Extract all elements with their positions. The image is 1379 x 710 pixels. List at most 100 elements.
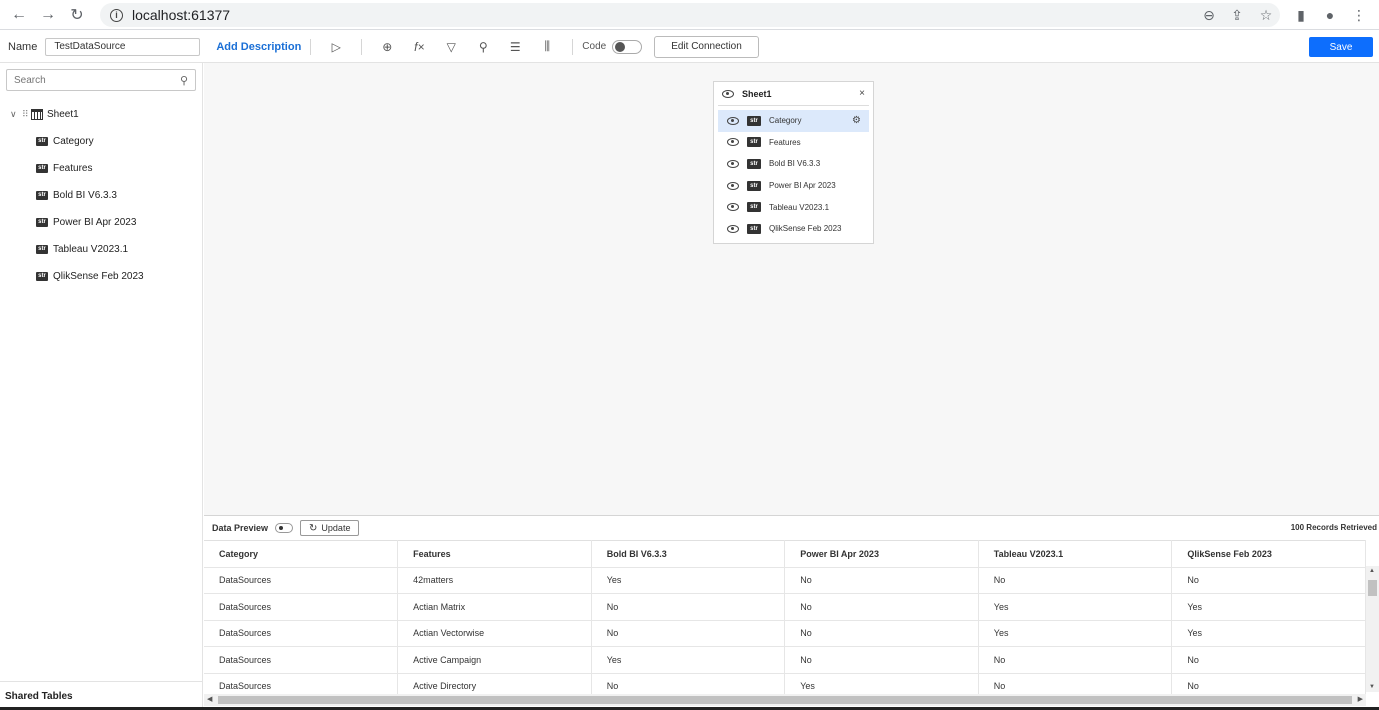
grid-cell: DataSources — [204, 646, 399, 674]
filter-icon[interactable]: ▽ — [440, 36, 462, 58]
divider — [572, 38, 574, 55]
share-icon[interactable]: ⇪ — [1226, 4, 1248, 26]
column-header[interactable]: Tableau V2023.1 — [978, 540, 1173, 568]
forward-arrow-icon[interactable]: → — [37, 4, 59, 26]
tree-field-item[interactable]: str Category — [36, 134, 94, 148]
tree-table-node[interactable]: ∨ ⠿ Sheet1 — [10, 107, 79, 121]
eye-icon[interactable] — [727, 181, 739, 190]
properties-icon[interactable]: ☰ — [504, 36, 526, 58]
grid-cell: No — [1171, 567, 1366, 594]
eye-icon[interactable] — [727, 138, 739, 147]
sheet-field-row[interactable]: str Bold BI V6.3.3 — [718, 153, 869, 175]
scroll-right-icon[interactable]: ▶ — [1358, 695, 1363, 703]
tree-field-item[interactable]: str Power BI Apr 2023 — [36, 215, 136, 229]
sheet-card-title: Sheet1 — [742, 88, 772, 99]
drag-handle-icon[interactable]: ⠿ — [22, 109, 31, 120]
code-toggle[interactable] — [612, 39, 643, 54]
string-type-icon: str — [747, 137, 761, 148]
sheet-field-label: Category — [769, 116, 802, 126]
grid-cell: No — [784, 620, 979, 647]
divider — [361, 38, 363, 55]
shared-tables-section[interactable]: Shared Tables — [0, 681, 203, 710]
zoom-icon[interactable]: ⊖ — [1198, 4, 1220, 26]
search-icon[interactable]: ⚲ — [180, 74, 188, 87]
data-preview-toggle[interactable] — [275, 523, 294, 533]
string-type-icon: str — [36, 190, 48, 200]
table-row[interactable]: DataSources 42matters Yes No No No — [204, 567, 1366, 594]
column-header[interactable]: Power BI Apr 2023 — [784, 540, 979, 568]
sheet-field-row[interactable]: str Power BI Apr 2023 — [718, 175, 869, 197]
sheet-card[interactable]: Sheet1 × str Category ⚙ str Features str… — [713, 81, 874, 244]
scrollbar-thumb[interactable] — [1368, 580, 1377, 596]
eye-icon[interactable] — [727, 224, 739, 233]
string-type-icon: str — [747, 202, 761, 213]
table-row[interactable]: DataSources Actian Matrix No No Yes Yes — [204, 593, 1366, 621]
sidepanel-icon[interactable]: ▮ — [1290, 4, 1312, 26]
sheet-field-row[interactable]: str Tableau V2023.1 — [718, 196, 869, 218]
chevron-down-icon[interactable]: ∨ — [10, 109, 22, 120]
sheet-field-row[interactable]: str QlikSense Feb 2023 — [718, 218, 869, 240]
search-input[interactable] — [14, 70, 174, 91]
scrollbar-thumb[interactable] — [218, 696, 1352, 704]
table-row[interactable]: DataSources Actian Vectorwise No No Yes … — [204, 620, 1366, 647]
data-preview-panel: Data Preview ↻ Update 100 Records Retrie… — [204, 515, 1379, 710]
column-header[interactable]: QlikSense Feb 2023 — [1171, 540, 1366, 568]
eye-icon[interactable] — [727, 203, 739, 212]
user-filter-icon[interactable]: ⚲ — [472, 36, 494, 58]
star-icon[interactable]: ☆ — [1255, 4, 1277, 26]
menu-icon[interactable]: ⋮ — [1348, 4, 1370, 26]
update-button[interactable]: ↻ Update — [300, 520, 360, 536]
search-box: ⚲ — [6, 69, 196, 91]
tree-field-label: Features — [53, 162, 93, 174]
info-icon[interactable]: i — [110, 8, 123, 22]
grid-cell: Actian Matrix — [397, 593, 592, 621]
scroll-down-icon[interactable]: ▼ — [1369, 684, 1375, 690]
horizontal-scrollbar[interactable]: ◀ ▶ — [204, 694, 1366, 706]
back-arrow-icon[interactable]: ← — [8, 4, 30, 26]
string-type-icon: str — [747, 223, 761, 234]
join-icon[interactable]: ⊕ — [376, 36, 398, 58]
tree-field-label: Tableau V2023.1 — [53, 243, 129, 255]
address-bar[interactable]: i localhost:61377 — [100, 3, 1280, 27]
sheet-field-row[interactable]: str Features — [718, 132, 869, 154]
close-icon[interactable]: × — [859, 88, 865, 99]
grid-cell: No — [784, 567, 979, 594]
run-icon[interactable]: ▷ — [325, 36, 347, 58]
add-description-link[interactable]: Add Description — [216, 41, 301, 53]
grid-cell: Yes — [1171, 620, 1366, 647]
scroll-up-icon[interactable]: ▲ — [1369, 568, 1375, 574]
grid-cell: No — [591, 593, 786, 621]
table-row[interactable]: DataSources Active Campaign Yes No No No — [204, 646, 1366, 674]
vertical-scrollbar[interactable]: ▲ ▼ — [1366, 566, 1379, 692]
tree-field-item[interactable]: str Tableau V2023.1 — [36, 242, 128, 256]
parameters-icon[interactable]: ⫼ — [536, 36, 558, 58]
gear-icon[interactable]: ⚙ — [852, 115, 861, 126]
scroll-left-icon[interactable]: ◀ — [207, 695, 212, 703]
eye-icon[interactable] — [727, 116, 739, 125]
name-input[interactable] — [45, 37, 201, 56]
design-canvas[interactable]: Sheet1 × str Category ⚙ str Features str… — [204, 63, 1379, 515]
sheet-field-label: Power BI Apr 2023 — [769, 181, 836, 191]
grid-cell: No — [1171, 646, 1366, 674]
reload-icon[interactable]: ↻ — [66, 4, 88, 26]
grid-cell: No — [784, 593, 979, 621]
tree-field-item[interactable]: str Features — [36, 161, 92, 175]
profile-icon[interactable]: ● — [1319, 4, 1341, 26]
tree-table-label: Sheet1 — [47, 108, 79, 120]
eye-icon[interactable] — [727, 159, 739, 168]
sheet-field-row[interactable]: str Category ⚙ — [718, 110, 869, 132]
edit-connection-button[interactable]: Edit Connection — [654, 35, 759, 58]
save-button[interactable]: Save — [1309, 37, 1373, 57]
function-icon[interactable]: f× — [408, 36, 430, 58]
tree-field-item[interactable]: str QlikSense Feb 2023 — [36, 269, 144, 283]
grid-cell: Yes — [591, 567, 786, 594]
eye-icon[interactable] — [722, 89, 734, 98]
preview-grid: Category Features Bold BI V6.3.3 Power B… — [204, 540, 1366, 700]
column-header[interactable]: Features — [397, 540, 592, 568]
string-type-icon: str — [36, 163, 48, 173]
column-header[interactable]: Bold BI V6.3.3 — [591, 540, 786, 568]
tree-field-item[interactable]: str Bold BI V6.3.3 — [36, 188, 117, 202]
column-header[interactable]: Category — [204, 540, 399, 568]
tree-field-label: Power BI Apr 2023 — [53, 216, 137, 228]
table-icon — [31, 108, 43, 120]
